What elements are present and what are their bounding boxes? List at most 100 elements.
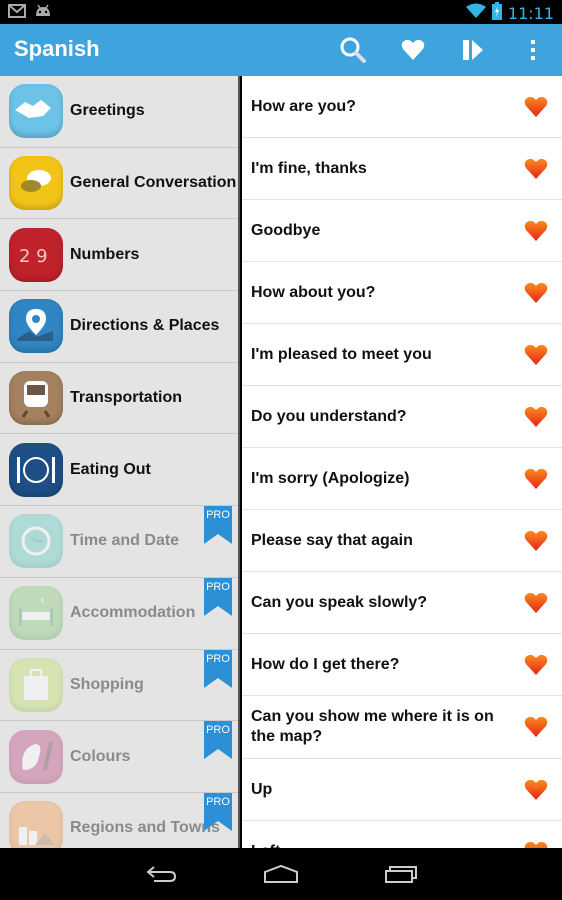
battery-charging-icon [491, 2, 502, 25]
phrase-text: How do I get there? [251, 655, 400, 673]
shopping-bag-icon [9, 657, 63, 712]
phrase-text: Can you speak slowly? [251, 593, 428, 611]
category-item[interactable]: Eating Out [0, 434, 238, 507]
favorite-heart-icon[interactable] [524, 282, 548, 304]
favorite-heart-icon[interactable] [524, 96, 548, 118]
phrase-row[interactable]: Goodbye [242, 200, 562, 262]
pro-badge-label: PRO [206, 580, 230, 593]
phrase-row[interactable]: Can you show me where it is on the map? [242, 696, 562, 759]
recent-apps-icon [385, 866, 417, 883]
pro-badge-label: PRO [206, 652, 230, 665]
category-sidebar: Greetings General Conversation 2 9 Numbe… [0, 76, 240, 848]
clock-icon [9, 514, 63, 569]
heart-icon [401, 39, 425, 60]
phrase-row[interactable]: Left [242, 821, 562, 848]
phrase-text: How are you? [251, 97, 356, 115]
phrase-row[interactable]: Up [242, 759, 562, 821]
phrase-text: How about you? [251, 283, 376, 301]
search-button[interactable] [338, 36, 368, 64]
play-button[interactable] [458, 36, 488, 64]
pro-badge: PRO [204, 577, 232, 616]
phrase-text: I'm sorry (Apologize) [251, 469, 410, 487]
favorite-heart-icon[interactable] [524, 530, 548, 552]
category-item[interactable]: Shopping PRO [0, 649, 238, 722]
favorite-heart-icon[interactable] [524, 592, 548, 614]
favorite-heart-icon[interactable] [524, 716, 548, 738]
phrase-row[interactable]: Please say that again [242, 510, 562, 572]
clock: 11:11 [507, 4, 554, 23]
status-bar: 11:11 [0, 0, 562, 24]
phrase-text: I'm pleased to meet you [251, 345, 432, 363]
app-title: Spanish [14, 36, 100, 61]
category-item[interactable]: Directions & Places [0, 291, 238, 363]
category-label: Colours [70, 747, 131, 765]
phrase-row[interactable]: How are you? [242, 76, 562, 138]
category-item[interactable]: Accommodation PRO [0, 577, 238, 650]
favorite-heart-icon[interactable] [524, 158, 548, 180]
overflow-menu-button[interactable] [518, 36, 548, 64]
pro-badge: PRO [204, 649, 232, 688]
train-icon [9, 371, 63, 426]
back-button[interactable] [141, 860, 181, 888]
back-icon [146, 866, 177, 882]
gmail-icon [8, 4, 26, 23]
map-pin-icon [9, 299, 63, 354]
favorite-heart-icon[interactable] [524, 344, 548, 366]
svg-text:2 9: 2 9 [19, 246, 48, 267]
category-label: General Conversation [70, 174, 237, 192]
phrase-text: Up [251, 780, 273, 798]
phrase-text: Goodbye [251, 221, 321, 239]
category-item[interactable]: 2 9 Numbers [0, 219, 238, 292]
category-item[interactable]: Colours PRO [0, 721, 238, 793]
phrase-text: I'm fine, thanks [251, 159, 367, 177]
category-label: Eating Out [70, 460, 151, 478]
navigation-bar [0, 848, 562, 900]
phrase-row[interactable]: Do you understand? [242, 386, 562, 448]
pro-badge-label: PRO [206, 724, 230, 737]
category-item[interactable]: Greetings [0, 76, 238, 148]
category-item[interactable]: Transportation [0, 363, 238, 435]
phrase-row[interactable]: I'm sorry (Apologize) [242, 448, 562, 510]
favorites-button[interactable] [398, 36, 428, 64]
category-item[interactable]: General Conversation [0, 148, 238, 220]
home-icon [264, 864, 298, 883]
category-label: Directions & Places [70, 317, 220, 335]
phrase-text: Do you understand? [251, 407, 407, 425]
bed-icon [9, 586, 63, 641]
search-icon [340, 37, 366, 63]
category-item[interactable]: Regions and Towns PRO [0, 792, 238, 848]
speech-bubbles-icon [9, 156, 63, 211]
handshake-icon [9, 84, 63, 139]
phrase-row[interactable]: I'm fine, thanks [242, 138, 562, 200]
favorite-heart-icon[interactable] [524, 406, 548, 428]
favorite-heart-icon[interactable] [524, 654, 548, 676]
category-label: Transportation [70, 389, 183, 407]
category-label: Regions and Towns [70, 819, 220, 837]
category-label: Shopping [70, 675, 144, 693]
recent-apps-button[interactable] [381, 860, 421, 888]
pro-badge: PRO [204, 721, 232, 760]
favorite-heart-icon[interactable] [524, 779, 548, 801]
phrase-text: Can you show me where it is on the map? [251, 708, 494, 745]
plate-cutlery-icon [9, 442, 63, 497]
category-label: Numbers [70, 245, 140, 263]
action-bar: Spanish [0, 24, 562, 76]
favorite-heart-icon[interactable] [524, 468, 548, 490]
category-label: Time and Date [70, 532, 180, 550]
home-button[interactable] [261, 860, 301, 888]
favorite-heart-icon[interactable] [524, 220, 548, 242]
android-icon [34, 4, 52, 23]
phrase-text: Please say that again [251, 531, 413, 549]
category-label: Greetings [70, 102, 145, 120]
pro-badge-label: PRO [206, 795, 230, 808]
category-item[interactable]: Time and Date PRO [0, 506, 238, 578]
phrase-row[interactable]: How do I get there? [242, 634, 562, 696]
pro-badge: PRO [204, 506, 232, 545]
category-label: Accommodation [70, 604, 196, 622]
phrase-row[interactable]: How about you? [242, 262, 562, 324]
wifi-icon [465, 3, 486, 24]
phrase-row[interactable]: Can you speak slowly? [242, 572, 562, 634]
phrase-row[interactable]: I'm pleased to meet you [242, 324, 562, 386]
favorite-heart-icon[interactable] [524, 841, 548, 849]
numbers-icon: 2 9 [9, 227, 63, 282]
